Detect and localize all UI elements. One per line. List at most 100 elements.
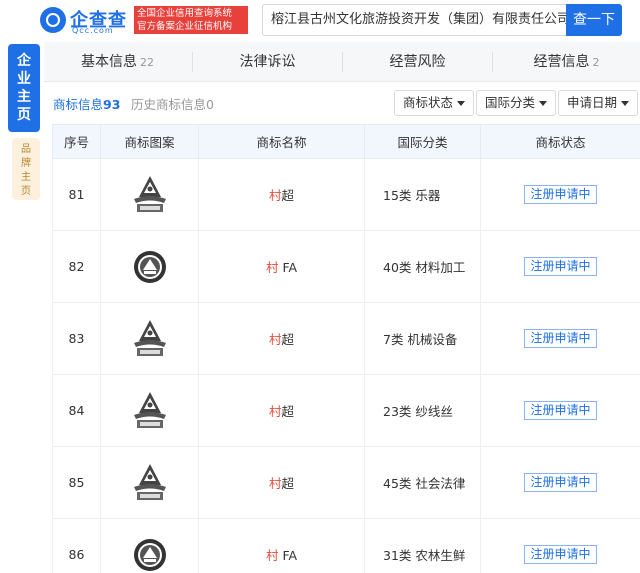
cell-logo[interactable] (100, 374, 199, 447)
side-nav-char: 主 (17, 89, 31, 105)
trademark-name[interactable]: 村超 (199, 185, 364, 204)
cell-class: 31类 农林生鲜 (364, 518, 481, 573)
cell-status: 注册申请中 (480, 446, 640, 519)
trademark-name-highlight: 村 (268, 476, 282, 491)
tab-business[interactable]: 经营信息 2 (493, 42, 640, 82)
row-number: 85 (68, 475, 85, 490)
intl-class: 40类 材料加工 (383, 260, 466, 275)
row-number: 86 (68, 547, 85, 562)
table-header-row: 序号 商标图案 商标名称 国际分类 商标状态 (52, 124, 640, 159)
trademark-name[interactable]: 村 FA (199, 257, 364, 276)
trademark-name[interactable]: 村超 (199, 473, 364, 492)
table-row[interactable]: 84 村超 23类 纱线丝 注册申请中 (52, 374, 640, 447)
cell-name[interactable]: 村 FA (198, 518, 365, 573)
cell-logo[interactable] (100, 518, 199, 573)
subtab-count: 0 (206, 97, 214, 112)
filter-trademark-status[interactable]: 商标状态 (394, 90, 475, 116)
search-button[interactable]: 查一下 (566, 4, 622, 36)
row-number: 83 (68, 331, 85, 346)
caret-down-icon (539, 101, 548, 106)
trademark-pagoda-logo (133, 391, 166, 428)
subtab-trademark-info[interactable]: 商标信息93 (53, 94, 120, 113)
side-nav-brand-home[interactable]: 品牌主页 (12, 138, 40, 200)
cell-no: 82 (52, 230, 101, 303)
table-row[interactable]: 83 村超 7类 机械设备 注册申请中 (52, 302, 640, 375)
filter-label: 商标状态 (403, 95, 454, 110)
table-row[interactable]: 85 村超 45类 社会法律 注册申请中 (52, 446, 640, 519)
cell-logo[interactable] (100, 158, 199, 231)
cell-name[interactable]: 村 FA (198, 230, 365, 303)
cell-status: 注册申请中 (480, 518, 640, 573)
cell-logo[interactable] (100, 230, 199, 303)
row-number: 84 (68, 403, 85, 418)
badge-line-1: 全国企业信用查询系统 (137, 8, 233, 19)
trademark-name[interactable]: 村 FA (199, 545, 364, 564)
cell-class: 40类 材料加工 (364, 230, 481, 303)
cell-logo[interactable] (100, 302, 199, 375)
cell-no: 85 (52, 446, 101, 519)
trademark-pagoda-logo (133, 175, 166, 212)
cell-class: 15类 乐器 (364, 158, 481, 231)
trademark-name-highlight: 村 (265, 548, 279, 563)
side-nav-char: 企 (17, 53, 31, 69)
intl-class: 15类 乐器 (383, 188, 441, 203)
header-no: 序号 (52, 124, 101, 159)
trademark-name-rest: FA (278, 260, 298, 275)
tab-risk[interactable]: 经营风险 (343, 42, 492, 82)
intl-class: 23类 纱线丝 (383, 404, 453, 419)
cell-no: 81 (52, 158, 101, 231)
qcc-logo[interactable]: 企查查 Qcc.com (40, 5, 132, 35)
row-number: 82 (68, 259, 85, 274)
tab-count: 2 (592, 56, 600, 69)
side-nav-char: 主 (21, 172, 31, 183)
status-badge: 注册申请中 (524, 401, 597, 420)
header-status: 商标状态 (480, 124, 640, 159)
cell-status: 注册申请中 (480, 302, 640, 375)
trademark-name-rest: 超 (281, 332, 295, 347)
table-row[interactable]: 82 村 FA 40类 材料加工 注册申请中 (52, 230, 640, 303)
table-row[interactable]: 86 村 FA 31类 农林生鲜 注册申请中 (52, 518, 640, 573)
cell-class: 45类 社会法律 (364, 446, 481, 519)
cell-name[interactable]: 村超 (198, 374, 365, 447)
tab-label: 经营信息 (533, 54, 590, 70)
subtab-history-trademark[interactable]: 历史商标信息0 (131, 94, 214, 113)
qcc-logo-icon (40, 7, 66, 33)
trademark-name-rest: 超 (281, 404, 295, 419)
status-badge: 注册申请中 (524, 257, 597, 276)
cell-class: 23类 纱线丝 (364, 374, 481, 447)
trademark-name[interactable]: 村超 (199, 401, 364, 420)
status-badge: 注册申请中 (524, 473, 597, 492)
tab-label: 法律诉讼 (239, 54, 296, 70)
top-header: 企查查 Qcc.com 全国企业信用查询系统 官方备案企业征信机构 榕江县古州文… (0, 0, 640, 40)
cell-logo[interactable] (100, 446, 199, 519)
trademark-pagoda-logo (133, 463, 166, 500)
tab-legal[interactable]: 法律诉讼 (193, 42, 342, 82)
trademark-pagoda-logo (133, 319, 166, 356)
trademark-round-seal-logo (133, 538, 166, 571)
side-nav-company-home[interactable]: 企业主页 (8, 44, 40, 132)
trademark-name-highlight: 村 (268, 404, 282, 419)
side-nav-char: 牌 (21, 158, 31, 169)
filter-intl-class[interactable]: 国际分类 (476, 90, 557, 116)
cell-name[interactable]: 村超 (198, 158, 365, 231)
subtab-label: 历史商标信息 (131, 97, 207, 112)
trademark-name[interactable]: 村超 (199, 329, 364, 348)
filter-label: 国际分类 (485, 95, 536, 110)
tab-count: 22 (140, 56, 154, 69)
trademark-round-seal-logo (133, 250, 166, 283)
header-name: 商标名称 (198, 124, 365, 159)
side-nav-char: 品 (21, 144, 31, 155)
caret-down-icon (621, 101, 630, 106)
table-row[interactable]: 81 村超 15类 乐器 注册申请中 (52, 158, 640, 231)
cell-name[interactable]: 村超 (198, 302, 365, 375)
search-input[interactable]: 榕江县古州文化旅游投资开发（集团）有限责任公司 (262, 4, 566, 36)
header-logo: 商标图案 (100, 124, 199, 159)
subtab-label: 商标信息 (53, 97, 104, 112)
status-badge: 注册申请中 (524, 329, 597, 348)
cell-name[interactable]: 村超 (198, 446, 365, 519)
subtab-count: 93 (103, 97, 121, 112)
filter-apply-date[interactable]: 申请日期 (558, 90, 639, 116)
side-nav-char: 页 (21, 186, 31, 197)
cell-status: 注册申请中 (480, 374, 640, 447)
tab-basic-info[interactable]: 基本信息 22 (44, 42, 191, 82)
